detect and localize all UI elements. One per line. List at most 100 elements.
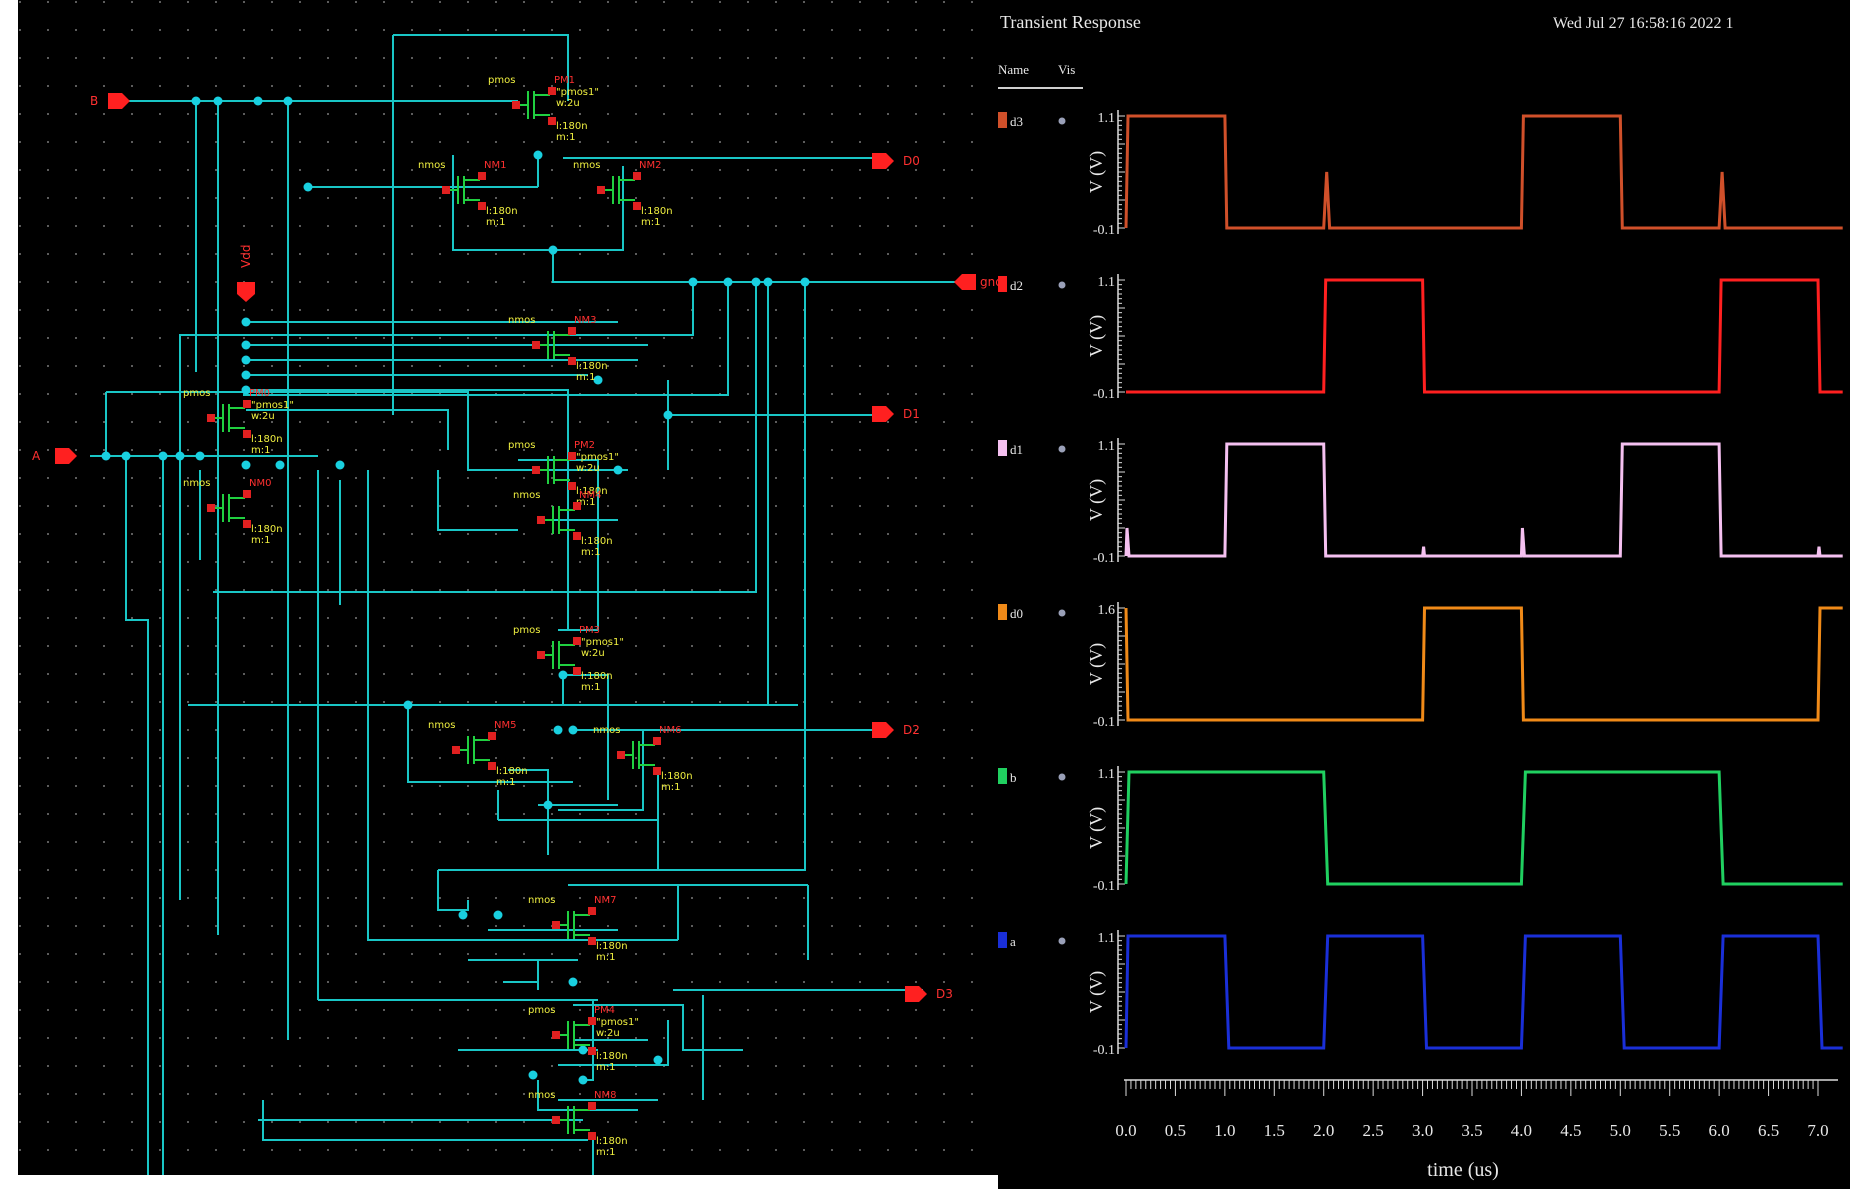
device-multiplier-label: m:1 — [661, 782, 680, 793]
visibility-toggle-icon[interactable] — [1058, 117, 1066, 125]
source-terminal — [548, 117, 556, 125]
device-type-label: nmos — [508, 315, 535, 326]
gate-terminal — [532, 341, 540, 349]
legend-color-swatch — [998, 276, 1007, 292]
waveform-viewer[interactable]: Transient Response Wed Jul 27 16:58:16 2… — [998, 0, 1850, 1189]
visibility-toggle-icon[interactable] — [1058, 937, 1066, 945]
x-tick-label: 7.0 — [1807, 1121, 1828, 1140]
legend-entry-d1[interactable]: d1 — [998, 440, 1066, 457]
device-type-label: pmos — [488, 75, 515, 86]
waveform-plot[interactable]: Transient Response Wed Jul 27 16:58:16 2… — [998, 0, 1850, 1189]
signal-strip-d0[interactable]: d0 1.6 -0.1 V (V) — [998, 602, 1843, 730]
y-tick-label: 1.1 — [1098, 275, 1116, 290]
legend-color-swatch — [998, 112, 1007, 128]
y-axis-label: V (V) — [1086, 479, 1107, 521]
net-junction — [553, 725, 563, 735]
net-junction — [283, 96, 293, 106]
signal-strip-d2[interactable]: d2 1.1 -0.1 V (V) — [998, 274, 1843, 402]
device-type-label: pmos — [513, 625, 540, 636]
pin-label: gnd — [980, 275, 998, 289]
source-terminal — [488, 762, 496, 770]
source-terminal — [243, 430, 251, 438]
device-model-label: "pmos1" — [581, 637, 624, 648]
y-tick-label: -0.1 — [1093, 1043, 1115, 1058]
device-type-label: pmos — [183, 388, 210, 399]
y-tick-label: 1.1 — [1098, 931, 1116, 946]
device-instance-label: NM5 — [494, 720, 516, 731]
device-instance-label: PM4 — [594, 1005, 615, 1016]
x-tick-label: 6.5 — [1758, 1121, 1779, 1140]
gate-terminal — [512, 101, 520, 109]
y-tick-label: -0.1 — [1093, 551, 1115, 566]
y-tick-label: 1.6 — [1098, 603, 1116, 618]
visibility-toggle-icon[interactable] — [1058, 773, 1066, 781]
device-model-label: "pmos1" — [556, 87, 599, 98]
device-type-label: nmos — [418, 160, 445, 171]
signal-strip-b[interactable]: b 1.1 -0.1 V (V) — [998, 766, 1843, 894]
net-junction — [613, 465, 623, 475]
legend-signal-name: d3 — [1010, 114, 1023, 129]
waveform-trace-d3 — [1124, 114, 1843, 230]
pin-label: B — [90, 94, 98, 108]
net-junction — [241, 370, 251, 380]
device-instance-label: PM2 — [574, 440, 595, 451]
device-multiplier-label: m:1 — [576, 372, 595, 383]
legend-entry-b[interactable]: b — [998, 768, 1066, 785]
visibility-toggle-icon[interactable] — [1058, 445, 1066, 453]
device-instance-label: NM2 — [639, 160, 661, 171]
device-multiplier-label: m:1 — [581, 547, 600, 558]
drain-terminal — [588, 1017, 596, 1025]
device-length-label: l:180n — [581, 671, 613, 682]
device-multiplier-label: m:1 — [596, 952, 615, 963]
x-tick-label: 3.0 — [1412, 1121, 1433, 1140]
gate-terminal — [597, 186, 605, 194]
device-instance-label: NM4 — [579, 490, 601, 501]
net-junction — [548, 245, 558, 255]
schematic-drawing[interactable]: pmos PM1"pmos1"w:2ul:180nm:1nmos NM1l:180n… — [18, 0, 998, 1175]
device-length-label: l:180n — [556, 121, 588, 132]
device-length-label: l:180n — [641, 206, 673, 217]
visibility-toggle-icon[interactable] — [1058, 609, 1066, 617]
pin-label: A — [32, 449, 41, 463]
x-axis-label: time (us) — [1427, 1159, 1499, 1181]
drain-terminal — [243, 400, 251, 408]
net-junction — [121, 451, 131, 461]
y-axis-label: V (V) — [1086, 807, 1107, 849]
x-tick-label: 5.5 — [1659, 1121, 1680, 1140]
net-junction — [191, 96, 201, 106]
source-terminal — [573, 667, 581, 675]
y-axis-label: V (V) — [1086, 315, 1107, 357]
pin-label: Vdd — [239, 245, 253, 268]
schematic-canvas[interactable]: pmos PM1 "pmos1" w:2u l:180n m:1 nmos NM1 l:180n… — [18, 0, 998, 1175]
net-junction — [800, 277, 810, 287]
visibility-toggle-icon[interactable] — [1058, 281, 1066, 289]
gate-terminal — [552, 1031, 560, 1039]
net-junction — [335, 460, 345, 470]
legend-signal-name: a — [1010, 934, 1016, 949]
legend-color-swatch — [998, 440, 1007, 456]
net-junction — [568, 977, 578, 987]
legend-entry-d2[interactable]: d2 — [998, 276, 1066, 293]
device-multiplier-label: m:1 — [251, 535, 270, 546]
legend-entry-d0[interactable]: d0 — [998, 604, 1066, 621]
drain-terminal — [488, 732, 496, 740]
y-axis-label: V (V) — [1086, 151, 1107, 193]
x-tick-label: 6.0 — [1709, 1121, 1730, 1140]
x-tick-label: 4.0 — [1511, 1121, 1532, 1140]
signal-strip-d1[interactable]: d1 1.1 -0.1 V (V) — [998, 438, 1843, 566]
b-io-pin[interactable]: B — [90, 93, 130, 109]
device-type-label: pmos — [528, 1005, 555, 1016]
drain-terminal — [653, 737, 661, 745]
net-junction — [175, 451, 185, 461]
device-length-label: l:180n — [251, 524, 283, 535]
drain-terminal — [243, 490, 251, 498]
legend-entry-a[interactable]: a — [998, 932, 1066, 949]
net-junction — [528, 1070, 538, 1080]
gnd-io-pin[interactable]: gnd — [954, 274, 998, 290]
signal-strip-d3[interactable]: d3 1.1 -0.1 V (V) — [998, 110, 1843, 238]
signal-strip-a[interactable]: a 1.1 -0.1 V (V) — [998, 930, 1843, 1058]
device-width-label: w:2u — [596, 1028, 620, 1039]
net-junction — [241, 355, 251, 365]
device-model-label: "pmos1" — [596, 1017, 639, 1028]
legend-entry-d3[interactable]: d3 — [998, 112, 1066, 129]
